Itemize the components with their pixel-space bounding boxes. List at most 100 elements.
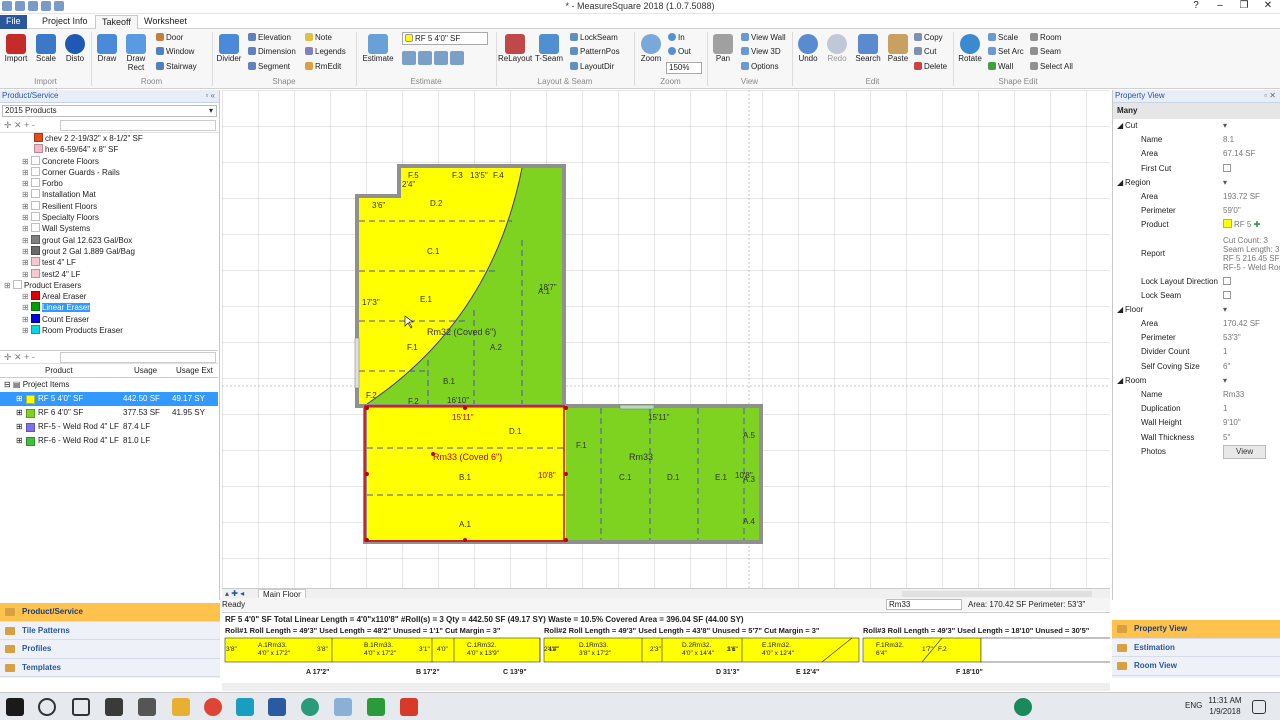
tree-item[interactable]: ⊞ Resilient Floors (0, 200, 219, 212)
seam-button[interactable]: Seam (1030, 47, 1061, 56)
window-opening[interactable] (354, 337, 360, 389)
checkbox[interactable] (1223, 276, 1231, 285)
nav-estimation[interactable]: Estimation (1112, 639, 1280, 657)
tree-item[interactable]: ⊞ Product Erasers (0, 279, 219, 291)
pan-button[interactable]: Pan (709, 34, 737, 63)
cut-tag[interactable]: F.2 (366, 391, 377, 400)
usage-row[interactable]: ⊞ RF 5 4'0" SF 442.50 SF 49.17 SY (0, 392, 218, 406)
property-section[interactable]: Region ◢ ▾ (1113, 176, 1280, 190)
search-icon[interactable] (38, 698, 56, 716)
tab-file[interactable]: File (0, 15, 27, 29)
tree-item[interactable]: ⊞ Forbo (0, 178, 219, 189)
cut-tag[interactable]: A.1 (538, 287, 551, 296)
import-button[interactable]: Import (3, 34, 29, 63)
cut-tag[interactable]: D.1 (509, 427, 522, 436)
measuresquare-icon[interactable] (236, 698, 254, 716)
nav-templates[interactable]: Templates (0, 659, 220, 677)
property-row[interactable]: Name Rm33 (1113, 388, 1280, 402)
checkbox[interactable] (1223, 290, 1231, 299)
cut-tag[interactable]: F.3 (452, 171, 463, 180)
elevation-button[interactable]: Elevation (248, 33, 291, 42)
tree-item[interactable]: ⊞ Corner Guards - Rails (0, 166, 219, 178)
nav-room-view[interactable]: Room View (1112, 657, 1280, 676)
expand-icon[interactable]: ⊞ (22, 326, 31, 335)
usage-row[interactable]: ⊞ RF-5 - Weld Rod 4" LF 87.4 LF (0, 420, 218, 434)
property-row[interactable]: ReportCut Count: 3 Seam Length: 33 RF 5 … (1113, 233, 1280, 275)
expand-icon[interactable]: ⊞ (4, 281, 13, 290)
copy-button[interactable]: Copy (914, 33, 943, 42)
cut-tag[interactable]: A.3 (743, 475, 756, 484)
usage-row[interactable]: ⊞ RF 6 4'0" SF 377.53 SF 41.95 SY (0, 406, 218, 420)
usage-toolbar-icons[interactable]: ✛ ✕ + - (4, 352, 35, 363)
cut-tag[interactable]: C.1 (427, 247, 440, 256)
tree-item[interactable]: ⊞ Areal Eraser (0, 291, 219, 302)
cut-tag[interactable]: C.1 (619, 473, 632, 482)
clock-date[interactable]: 1/9/2018 (1205, 707, 1245, 716)
expand-icon[interactable]: ⊞ (22, 247, 31, 256)
zoom-button[interactable]: Zoom (637, 34, 665, 63)
usage-row[interactable]: ⊞ RF-6 - Weld Rod 4" LF 81.0 LF (0, 434, 218, 448)
door-button[interactable]: Door (156, 33, 183, 42)
expand-icon[interactable]: ⊞ (22, 157, 31, 166)
legends-button[interactable]: Legends (305, 47, 346, 56)
relayout-button[interactable]: ReLayout (498, 34, 532, 63)
zoom-level-select[interactable]: 150% (666, 62, 702, 74)
tree-item[interactable]: hex 6-59/64" x 8" SF (0, 144, 219, 155)
property-row[interactable]: First Cut (1113, 162, 1280, 176)
property-row[interactable]: Area 193.72 SF (1113, 190, 1280, 204)
estimate-button[interactable]: Estimate (361, 34, 395, 63)
cut-tag[interactable]: E.1 (715, 473, 728, 482)
start-icon[interactable] (6, 698, 24, 716)
search-button[interactable]: Search (853, 34, 883, 63)
draw-button[interactable]: Draw (94, 34, 120, 63)
property-row[interactable]: Duplication 1 (1113, 402, 1280, 416)
expand-icon[interactable]: ⊞ (22, 292, 31, 301)
cut-tag[interactable]: A.2 (490, 343, 503, 352)
panel-pin-icon[interactable]: ▫ « (205, 90, 215, 102)
task-view-icon[interactable] (72, 698, 90, 716)
nav-profiles[interactable]: Profiles (0, 640, 220, 659)
note-button[interactable]: Note (305, 33, 332, 42)
redo-button[interactable]: Redo (824, 34, 850, 63)
horizontal-scrollbar[interactable] (902, 591, 1092, 597)
tree-item[interactable]: ⊞ Installation Mat (0, 189, 219, 200)
dimension-button[interactable]: Dimension (248, 47, 296, 56)
property-row[interactable]: Product RF 5 ✚ (1113, 218, 1280, 232)
cut-tag[interactable]: B.1 (443, 377, 456, 386)
cut-tag[interactable]: F.2 (408, 397, 419, 406)
maximize-button[interactable]: ❐ (1232, 0, 1256, 13)
t-seam-button[interactable]: T-Seam (534, 34, 564, 63)
property-row[interactable]: Perimeter 59'0" (1113, 204, 1280, 218)
expand-icon[interactable]: ⊞ (22, 168, 31, 177)
cut-tag[interactable]: 13'5" (470, 171, 488, 180)
project-items-group[interactable]: ⊟ ▤ Project Items (0, 378, 218, 392)
tree-item[interactable]: ⊞ test 4" LF (0, 257, 219, 268)
cut-tag[interactable]: F.5 (408, 171, 419, 180)
cut-tag[interactable]: E.1 (420, 295, 433, 304)
view-wall-button[interactable]: View Wall (741, 33, 786, 42)
tree-item[interactable]: ⊞ Specialty Floors (0, 212, 219, 223)
cut-tag[interactable]: F.1 (407, 343, 418, 352)
door-opening[interactable] (619, 404, 655, 410)
paste-button[interactable]: Paste (885, 34, 911, 63)
property-row[interactable]: Photos View (1113, 444, 1280, 459)
toolbar-icons[interactable]: ✛ ✕ + - (4, 120, 35, 131)
tab-worksheet[interactable]: Worksheet (138, 15, 193, 29)
tree-item[interactable]: ⊞ Concrete Floors (0, 155, 219, 167)
set-arc-button[interactable]: Set Arc (988, 47, 1024, 56)
nav-product-service[interactable]: Product/Service (0, 603, 220, 622)
zoom-out-button[interactable]: Out (668, 47, 691, 56)
expand-icon[interactable]: ⊞ (22, 202, 31, 211)
scale-shape-button[interactable]: Scale (988, 33, 1018, 42)
mail-icon[interactable] (138, 698, 156, 716)
tree-item[interactable]: ⊞ grout 2 Gal 1.889 Gal/Bag (0, 245, 219, 257)
app2-icon[interactable] (301, 698, 319, 716)
lockseam-button[interactable]: LockSeam (570, 33, 618, 42)
room-select[interactable]: Rm33 (886, 599, 962, 610)
scale-button[interactable]: Scale (33, 34, 59, 63)
camtasia-icon[interactable] (367, 698, 385, 716)
property-row[interactable]: Name 8.1 (1113, 133, 1280, 147)
add-sheet-icon[interactable]: ▴ ✚ ◂ (225, 589, 244, 598)
expand-icon[interactable]: ⊞ (22, 213, 31, 222)
app-icon[interactable] (268, 698, 286, 716)
